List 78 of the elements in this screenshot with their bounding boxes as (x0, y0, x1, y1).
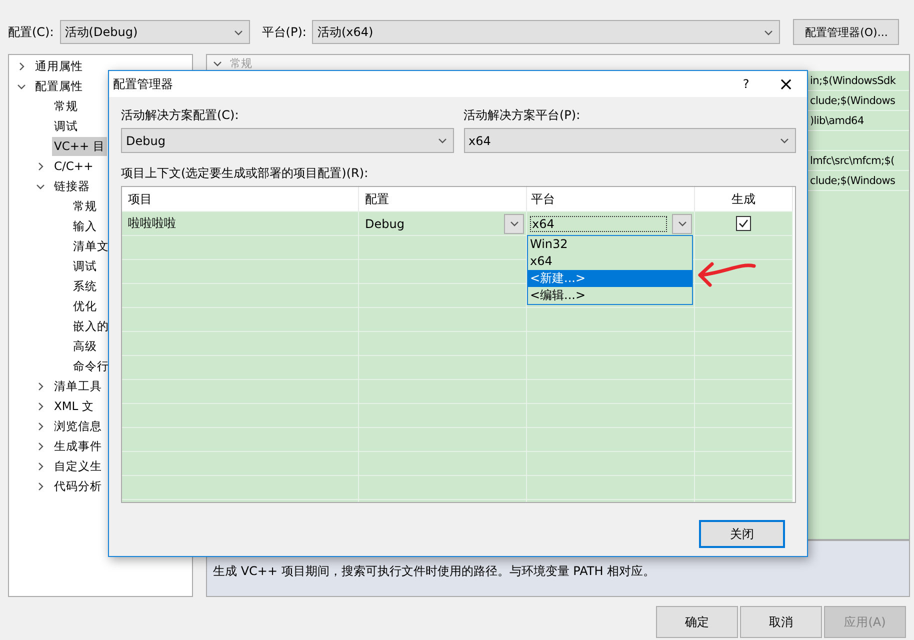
dropdown-option[interactable]: Win32 (528, 236, 692, 253)
tree-item[interactable]: 通用属性 (33, 56, 85, 76)
config-label: 配置(C): (8, 24, 54, 40)
field-label: 活动解决方案配置(C): (121, 107, 240, 124)
grid-row[interactable]: 啦啦啦啦 Debug x64 (122, 212, 793, 236)
column-header[interactable]: 生成 (695, 187, 793, 211)
property-value: )lib\amd64 (810, 114, 864, 126)
chevron-down-icon[interactable] (764, 28, 774, 36)
tree-item[interactable]: 嵌入的 (71, 316, 111, 336)
platform-cell[interactable]: x64 (531, 216, 666, 230)
property-value: lmfc\src\mfcm;$( (810, 154, 894, 166)
dropdown-button[interactable] (672, 214, 692, 234)
tree-item[interactable]: 常规 (71, 196, 99, 216)
solution-platform-combo[interactable]: x64 (464, 128, 796, 153)
tree-item[interactable]: 自定义生 (52, 456, 104, 476)
property-value: clude;$(Windows (810, 174, 896, 186)
tree-item[interactable]: 常规 (52, 96, 80, 116)
table-cell: 啦啦啦啦 (122, 212, 359, 235)
property-value: clude;$(Windows (810, 94, 896, 106)
chevron-right-icon[interactable] (36, 162, 45, 170)
tree-item[interactable]: 调试 (71, 256, 99, 276)
context-label: 项目上下文(选定要生成或部署的项目配置)(R): (121, 165, 370, 182)
help-button[interactable]: ? (731, 77, 761, 91)
close-button[interactable]: × (771, 74, 801, 94)
dropdown-option[interactable]: <新建...> (528, 270, 692, 287)
dropdown-option[interactable]: <编辑...> (528, 287, 692, 304)
chevron-down-icon[interactable] (234, 28, 243, 36)
chevron-down-icon[interactable] (17, 82, 26, 90)
tree-item[interactable]: 清单文 (71, 236, 111, 256)
chevron-down-icon[interactable] (438, 136, 446, 145)
chevron-right-icon[interactable] (36, 442, 45, 450)
checkmark-icon (738, 218, 749, 229)
field-label: 活动解决方案平台(P): (464, 107, 582, 124)
platform-label: 平台(P): (262, 24, 306, 40)
table-cell: Debug (365, 216, 404, 230)
tree-item[interactable]: 代码分析 (52, 476, 104, 496)
close-dialog-button[interactable]: 关闭 (699, 520, 785, 548)
tree-item[interactable]: 链接器 (52, 176, 92, 196)
dialog-button[interactable]: 取消 (740, 606, 822, 638)
chevron-down-icon[interactable] (510, 219, 518, 228)
chevron-right-icon[interactable] (36, 402, 45, 410)
column-header[interactable]: 平台 (527, 187, 695, 211)
chevron-right-icon[interactable] (36, 422, 45, 430)
tree-item[interactable]: 配置属性 (33, 76, 85, 96)
chevron-right-icon[interactable] (36, 382, 45, 390)
chevron-down-icon[interactable] (36, 182, 45, 190)
tree-item[interactable]: 浏览信息 (52, 416, 104, 436)
dropdown-button[interactable] (504, 214, 524, 234)
chevron-down-icon[interactable] (780, 136, 789, 145)
tree-item[interactable]: 命令行 (71, 356, 111, 376)
config-manager-button[interactable]: 配置管理器(O)... (793, 19, 900, 45)
chevron-down-icon[interactable] (213, 58, 222, 68)
description-text: 生成 VC++ 项目期间，搜索可执行文件时使用的路径。与环境变量 PATH 相对应。 (213, 564, 656, 578)
chevron-right-icon[interactable] (36, 462, 45, 470)
tree-item[interactable]: C/C++ (52, 157, 96, 175)
build-checkbox[interactable] (736, 216, 751, 231)
tree-item[interactable]: 清单工具 (52, 376, 104, 396)
dropdown-option[interactable]: x64 (528, 253, 692, 270)
config-combo[interactable]: 活动(Debug) (60, 20, 250, 44)
tree-item[interactable]: 调试 (52, 116, 80, 136)
tree-item[interactable]: 系统 (71, 276, 99, 296)
tree-item[interactable]: 高级 (71, 336, 99, 356)
chevron-right-icon[interactable] (36, 482, 45, 490)
platform-combo[interactable]: 活动(x64) (312, 20, 780, 44)
tree-item[interactable]: 输入 (71, 216, 99, 236)
annotation-arrow (696, 260, 758, 288)
column-header[interactable]: 项目 (122, 187, 359, 211)
chevron-down-icon[interactable] (678, 219, 686, 228)
tree-item[interactable]: VC++ 目 (52, 136, 107, 156)
tree-item[interactable]: XML 文 (52, 396, 96, 416)
dialog-title: 配置管理器 (113, 76, 174, 92)
solution-config-combo[interactable]: Debug (121, 128, 454, 153)
chevron-right-icon[interactable] (17, 62, 26, 70)
column-header[interactable]: 配置 (359, 187, 527, 211)
property-value: in;$(WindowsSdk (810, 74, 896, 86)
tree-item[interactable]: 生成事件 (52, 436, 104, 456)
tree-item[interactable]: 优化 (71, 296, 99, 316)
dialog-button[interactable]: 确定 (656, 606, 738, 638)
